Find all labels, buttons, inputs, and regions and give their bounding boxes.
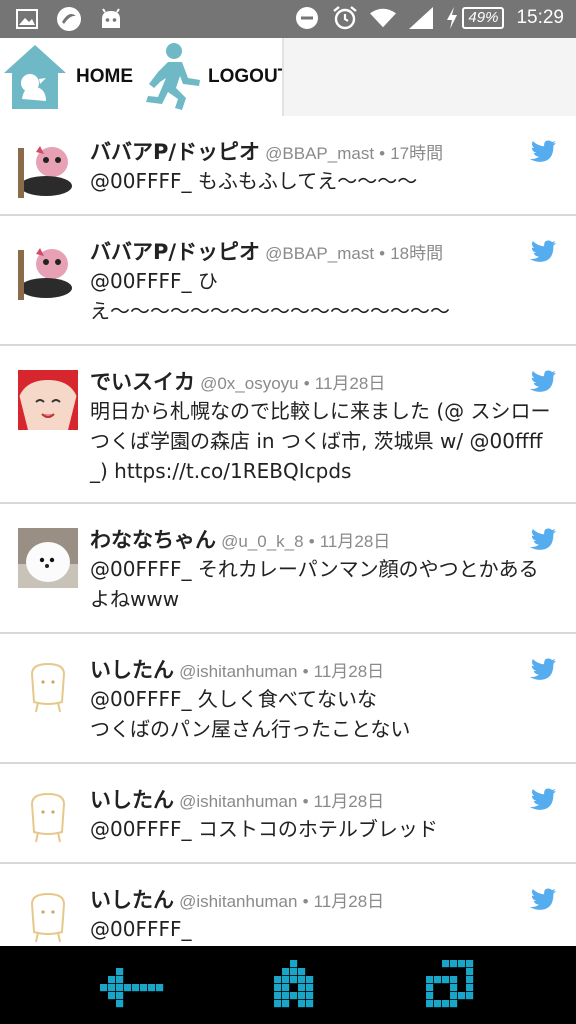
- recent-apps-icon: [426, 960, 474, 1008]
- clock: 15:29: [516, 7, 564, 28]
- avatar[interactable]: [18, 240, 78, 300]
- logout-button[interactable]: LOGOUT: [142, 38, 289, 116]
- dnd-icon: [294, 5, 320, 31]
- separator: •: [302, 792, 309, 811]
- user-handle[interactable]: @ishitanhuman: [179, 662, 297, 681]
- tweet-item[interactable]: いしたん @ishitanhuman • 11月28日 @00FFFF_ 久しく…: [0, 634, 576, 764]
- tweet-text: @00FFFF_ それカレーパンマン顔のやつとかあるよねwww: [90, 557, 539, 611]
- avatar[interactable]: [18, 370, 78, 430]
- user-handle[interactable]: @ishitanhuman: [179, 892, 297, 911]
- tweet-time: 18時間: [390, 244, 444, 263]
- logout-label: LOGOUT: [208, 66, 290, 87]
- tweet-header: いしたん @ishitanhuman • 11月28日: [90, 884, 516, 914]
- twitter-bird-icon: [530, 658, 556, 680]
- separator: •: [302, 892, 309, 911]
- home-label: HOME: [76, 66, 133, 87]
- separator: •: [308, 532, 315, 551]
- separator: •: [379, 244, 386, 263]
- twitter-bird-icon: [530, 528, 556, 550]
- home-icon: [4, 45, 66, 109]
- tweet-text: @00FFFF_ 久しく食べてないな つくばのパン屋さん行ったことない: [90, 687, 411, 741]
- user-name[interactable]: ババアP/ドッピオ: [90, 240, 260, 264]
- timeline[interactable]: ババアP/ドッピオ @BBAP_mast • 17時間 @00FFFF_ もふも…: [0, 116, 576, 946]
- back-arrow-icon: [100, 968, 164, 1008]
- app-header: HOME LOGOUT: [0, 38, 576, 116]
- tweet-item[interactable]: いしたん @ishitanhuman • 11月28日 @00FFFF_ コスト…: [0, 764, 576, 864]
- user-name[interactable]: いしたん: [90, 888, 174, 912]
- tweet-time: 11月28日: [313, 792, 385, 811]
- twitter-bird-icon: [530, 888, 556, 910]
- user-name[interactable]: わななちゃん: [90, 528, 216, 552]
- user-name[interactable]: ババアP/ドッピオ: [90, 140, 260, 164]
- user-name[interactable]: でいスイカ: [90, 370, 195, 394]
- tweet-item[interactable]: ババアP/ドッピオ @BBAP_mast • 17時間 @00FFFF_ もふも…: [0, 116, 576, 216]
- tweet-header: ババアP/ドッピオ @BBAP_mast • 17時間: [90, 136, 516, 166]
- twitter-bird-icon: [530, 240, 556, 262]
- wifi-icon: [370, 5, 397, 31]
- user-handle[interactable]: @ishitanhuman: [179, 792, 297, 811]
- twitter-bird-icon: [530, 370, 556, 392]
- header-empty-area: [282, 38, 576, 116]
- tweet-header: いしたん @ishitanhuman • 11月28日: [90, 654, 516, 684]
- tweet-time: 11月28日: [313, 662, 385, 681]
- home-nav-button[interactable]: [262, 960, 326, 1008]
- separator: •: [303, 374, 310, 393]
- user-handle[interactable]: @0x_osyoyu: [200, 374, 299, 393]
- bottom-nav-bar: [0, 946, 576, 1024]
- back-button[interactable]: [100, 960, 164, 1008]
- tweet-text: @00FFFF_: [90, 917, 192, 941]
- tweet-item[interactable]: ババアP/ドッピオ @BBAP_mast • 18時間 @00FFFF_ ひ え…: [0, 216, 576, 346]
- tweet-header: でいスイカ @0x_osyoyu • 11月28日: [90, 366, 516, 396]
- user-name[interactable]: いしたん: [90, 788, 174, 812]
- tweet-header: ババアP/ドッピオ @BBAP_mast • 18時間: [90, 236, 516, 266]
- running-man-icon: [146, 43, 200, 110]
- avatar[interactable]: [18, 888, 78, 946]
- status-bar: 49% 15:29: [0, 0, 576, 38]
- user-handle[interactable]: @u_0_k_8: [221, 532, 304, 551]
- tweet-header: わななちゃん @u_0_k_8 • 11月28日: [90, 524, 516, 554]
- tweet-text: @00FFFF_ ひ え〜〜〜〜〜〜〜〜〜〜〜〜〜〜〜〜〜: [90, 269, 450, 323]
- tweet-time: 17時間: [390, 144, 444, 163]
- tweet-item[interactable]: わななちゃん @u_0_k_8 • 11月28日 @00FFFF_ それカレーパ…: [0, 504, 576, 634]
- avatar[interactable]: [18, 528, 78, 588]
- avatar[interactable]: [18, 138, 78, 198]
- avatar[interactable]: [18, 658, 78, 718]
- battery-indicator: 49%: [446, 7, 505, 29]
- tweet-time: 11月28日: [314, 374, 386, 393]
- tweet-item[interactable]: でいスイカ @0x_osyoyu • 11月28日 明日から札幌なので比較しに来…: [0, 346, 576, 504]
- home-nav-icon: [274, 960, 314, 1008]
- separator: •: [302, 662, 309, 681]
- tweet-time: 11月28日: [319, 532, 391, 551]
- alarm-icon: [332, 5, 358, 31]
- app-icon: [56, 6, 82, 32]
- user-name[interactable]: いしたん: [90, 658, 174, 682]
- user-handle[interactable]: @BBAP_mast: [265, 244, 374, 263]
- recent-apps-button[interactable]: [418, 960, 482, 1008]
- tweet-text: 明日から札幌なので比較しに来ました (@ スシロー つくば学園の森店 in つく…: [90, 399, 557, 483]
- tweet-item[interactable]: いしたん @ishitanhuman • 11月28日 @00FFFF_: [0, 864, 576, 946]
- home-button[interactable]: HOME: [0, 38, 133, 116]
- charging-icon: [447, 7, 458, 29]
- tweet-text: @00FFFF_ もふもふしてえ〜〜〜〜: [90, 169, 418, 193]
- avatar[interactable]: [18, 788, 78, 848]
- tweet-header: いしたん @ishitanhuman • 11月28日: [90, 784, 516, 814]
- battery-level: 49%: [462, 7, 505, 29]
- separator: •: [379, 144, 386, 163]
- signal-icon: [408, 5, 434, 31]
- tweet-text: @00FFFF_ コストコのホテルブレッド: [90, 817, 438, 841]
- gallery-icon: [14, 6, 40, 32]
- user-handle[interactable]: @BBAP_mast: [265, 144, 374, 163]
- android-icon: [98, 6, 124, 32]
- twitter-bird-icon: [530, 788, 556, 810]
- tweet-time: 11月28日: [313, 892, 385, 911]
- twitter-bird-icon: [530, 140, 556, 162]
